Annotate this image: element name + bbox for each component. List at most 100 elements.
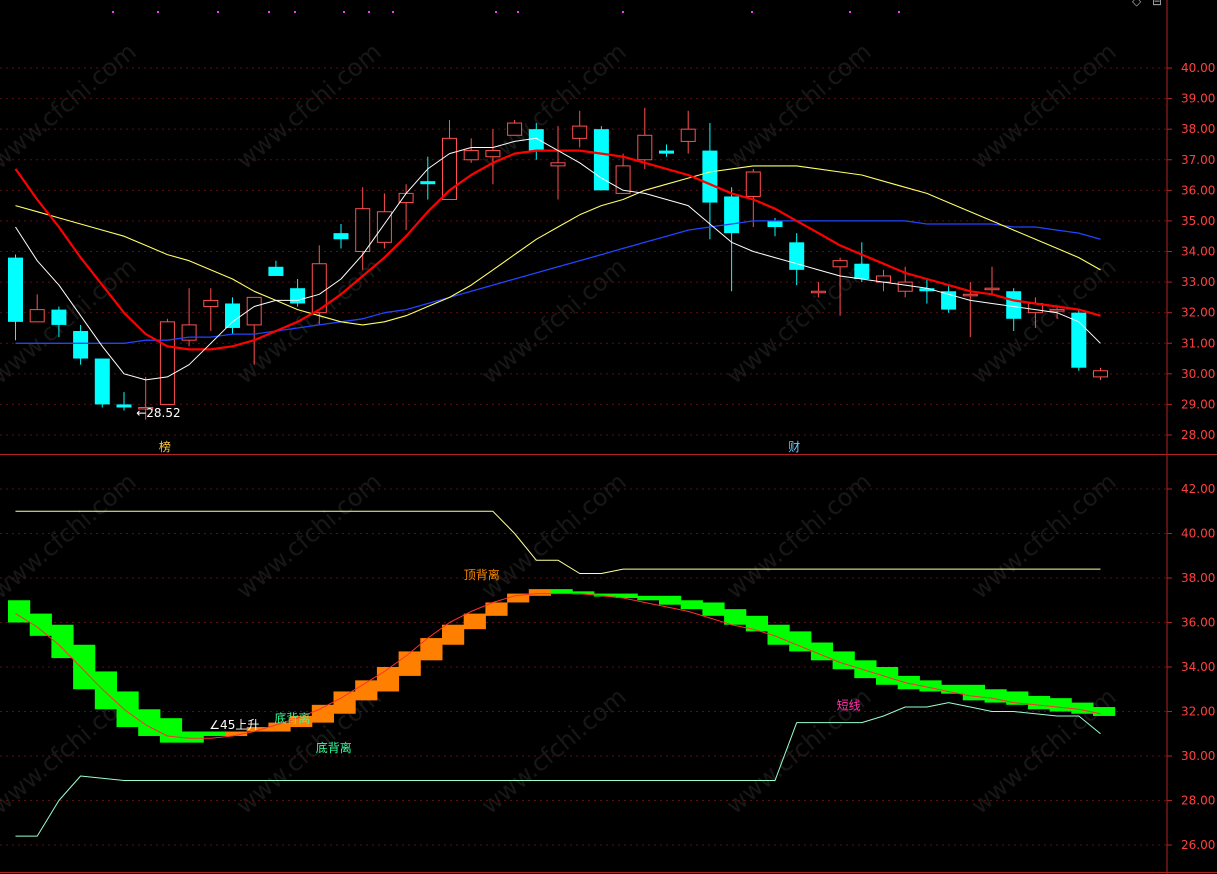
cai-marker: 财 — [788, 440, 800, 454]
tick-label: 35.00 — [1181, 214, 1215, 228]
candle — [1071, 309, 1087, 371]
top-marker — [849, 11, 851, 13]
candle-body — [159, 321, 175, 405]
tick-label: 36.00 — [1181, 616, 1215, 630]
candle-body — [1049, 309, 1065, 312]
candle-body — [246, 296, 262, 326]
candle-body — [355, 208, 371, 252]
indicator-bar — [659, 595, 682, 605]
indicator-bar — [8, 600, 31, 623]
tick-label: 33.00 — [1181, 275, 1215, 289]
tick-label: 38.00 — [1181, 122, 1215, 136]
indicator-bar — [1027, 695, 1051, 710]
candle-body — [745, 171, 761, 197]
top-marker — [751, 11, 753, 13]
top-marker — [157, 11, 159, 13]
indicator-bar — [1049, 698, 1072, 712]
candle-body — [463, 150, 479, 161]
candle-body — [225, 303, 240, 328]
tick-label: 32.00 — [1181, 306, 1215, 320]
candle-body — [507, 122, 523, 136]
indicator-bar — [116, 691, 139, 728]
tick-label: 40.00 — [1181, 527, 1215, 541]
tick-label: 42.00 — [1181, 482, 1215, 496]
indicator-bar — [463, 613, 486, 630]
stock-chart: www.cfchi.com www.cfchi.com www.cfchi.com w… — [0, 0, 1217, 874]
tick-label: 28.00 — [1181, 428, 1215, 442]
indicator-bar — [1093, 707, 1116, 716]
candle-body — [420, 181, 436, 185]
tick-label: 28.00 — [1181, 794, 1215, 808]
indicator-bar — [159, 718, 183, 743]
top-marker — [898, 11, 900, 13]
indicator-bar — [724, 609, 747, 625]
indicator-bar — [528, 589, 551, 596]
tick-label: 36.00 — [1181, 183, 1215, 197]
indicator-bar — [702, 602, 725, 616]
bottom-divergence-label-2: 底背离 — [316, 740, 352, 755]
candle-body — [810, 290, 826, 294]
candle-body — [94, 358, 110, 405]
indicator-bar — [876, 667, 899, 685]
bottom-divergence-label: 底背离 — [274, 710, 310, 725]
diamond-icon[interactable]: ◇ — [1132, 0, 1141, 8]
top-marker — [217, 11, 219, 13]
candle-body — [1093, 370, 1108, 378]
tick-label: 34.00 — [1181, 660, 1215, 674]
tick-label: 32.00 — [1181, 705, 1215, 719]
candle-body — [615, 165, 631, 194]
candle-body — [897, 281, 913, 292]
top-marker — [392, 11, 394, 13]
candle-body — [659, 150, 674, 154]
top-marker — [495, 11, 497, 13]
indicator-bar — [637, 595, 660, 601]
indicator-bar — [897, 675, 920, 690]
indicator-bar — [680, 600, 703, 610]
indicator-bar — [442, 624, 465, 645]
candle-body — [398, 192, 414, 204]
candle-body — [1006, 291, 1022, 319]
low-price-label: ←28.52 — [136, 406, 180, 420]
candle-body — [1071, 312, 1087, 368]
candle-body — [8, 257, 23, 322]
indicator-bar — [745, 615, 768, 632]
candle-body — [550, 162, 566, 167]
indicator-bar — [181, 731, 204, 743]
candle-body — [290, 288, 306, 304]
tick-label: 40.00 — [1181, 61, 1215, 75]
indicator-bar — [789, 631, 812, 652]
candle-body — [854, 263, 870, 280]
candle-body — [268, 266, 284, 276]
candle-body — [767, 220, 783, 228]
tick-label: 37.00 — [1181, 153, 1215, 167]
rise-45-label: ∠45上升 — [209, 718, 259, 732]
candle-body — [485, 150, 501, 158]
candle-body — [637, 134, 653, 161]
candle-body — [724, 196, 740, 234]
tick-label: 26.00 — [1181, 838, 1215, 852]
tick-label: 31.00 — [1181, 336, 1215, 350]
candle-body — [29, 309, 45, 323]
indicator-bar — [203, 731, 226, 736]
bang-marker: 榜 — [159, 439, 171, 454]
top-marker — [517, 11, 519, 13]
indicator-bar — [398, 651, 421, 676]
indicator-bar — [355, 680, 378, 701]
candle-body — [702, 150, 718, 203]
candle — [94, 358, 110, 408]
tick-label: 29.00 — [1181, 397, 1215, 411]
indicator-bar — [854, 660, 877, 679]
indicator-bar — [333, 691, 356, 714]
top-marker — [622, 11, 624, 13]
candle-body — [832, 260, 848, 268]
candle-body — [73, 331, 89, 359]
candle-body — [789, 242, 805, 270]
lock-icon[interactable]: ⊟ — [1152, 0, 1162, 8]
top-marker — [268, 11, 270, 13]
candle-body — [528, 129, 544, 151]
candle-body — [203, 299, 219, 308]
indicator-bar — [550, 589, 573, 594]
indicator-bar — [138, 709, 161, 736]
indicator-bar — [94, 671, 117, 710]
top-marker — [112, 11, 114, 13]
